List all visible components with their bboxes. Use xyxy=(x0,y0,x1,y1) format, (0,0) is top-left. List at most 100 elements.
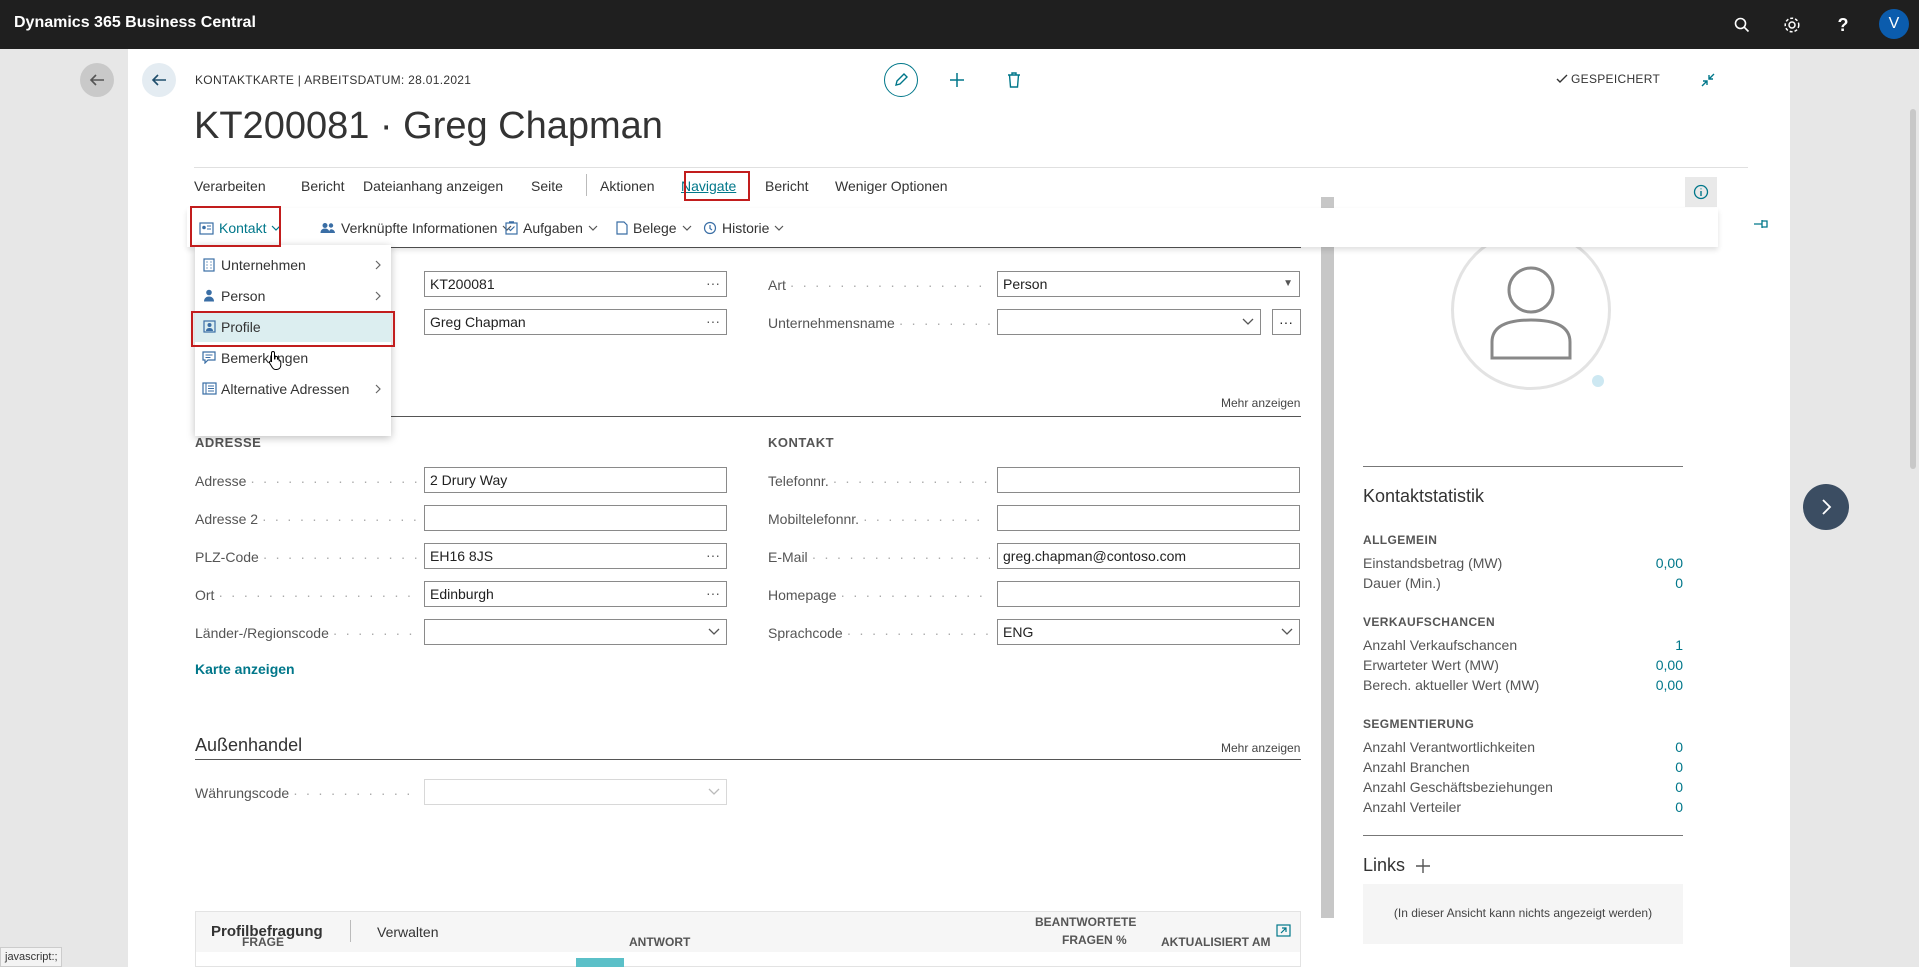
sub-kontakt[interactable]: Kontakt xyxy=(199,220,281,236)
sub-verknuepfte-informationen[interactable]: Verknüpfte Informationen xyxy=(320,220,512,236)
art-label: Art · · · · · · · · · · · · · · · · · · … xyxy=(768,277,990,293)
app-title[interactable]: Dynamics 365 Business Central xyxy=(14,14,256,32)
action-navigate[interactable]: Navigate xyxy=(681,178,736,194)
more-foreign-trade-link[interactable]: Mehr anzeigen xyxy=(1221,741,1300,755)
lookup-icon[interactable]: ··· xyxy=(706,275,720,291)
action-aktionen[interactable]: Aktionen xyxy=(600,178,654,194)
action-verarbeiten[interactable]: Verarbeiten xyxy=(194,178,266,194)
saved-status: GESPEICHERT xyxy=(1556,72,1660,86)
input-value: greg.chapman@contoso.com xyxy=(1003,548,1187,564)
links-title[interactable]: Links xyxy=(1363,855,1405,876)
next-record-icon[interactable] xyxy=(1803,484,1849,530)
browser-status-bar: javascript:; xyxy=(0,947,62,967)
stat-value[interactable]: 0 xyxy=(1675,759,1683,775)
action-bericht[interactable]: Bericht xyxy=(301,178,345,194)
label-text: Sprachcode xyxy=(768,625,843,641)
art-select[interactable]: Person ▼ xyxy=(997,271,1300,297)
scroll-thumb[interactable] xyxy=(1910,109,1916,469)
search-icon[interactable] xyxy=(1729,12,1755,38)
add-icon[interactable] xyxy=(942,65,972,95)
phone-input[interactable] xyxy=(997,467,1300,493)
company-input[interactable] xyxy=(997,309,1261,335)
sub-belege[interactable]: Belege xyxy=(616,220,692,236)
address2-label: Adresse 2 · · · · · · · · · · · · · · · … xyxy=(195,511,417,527)
stat-row: Erwarteter Wert (MW) 0,00 xyxy=(1363,657,1683,673)
stat-value[interactable]: 0 xyxy=(1675,739,1683,755)
outer-back-icon[interactable] xyxy=(80,63,114,97)
company-lookup-button[interactable]: ··· xyxy=(1272,309,1301,335)
factbox-section: ALLGEMEIN xyxy=(1363,533,1438,547)
mobile-label: Mobiltelefonnr. · · · · · · · · · · · · xyxy=(768,511,990,527)
address-input[interactable]: 2 Drury Way xyxy=(424,467,727,493)
stat-value[interactable]: 0 xyxy=(1675,799,1683,815)
homepage-input[interactable] xyxy=(997,581,1300,607)
app-bar: Dynamics 365 Business Central ? V xyxy=(0,0,1919,49)
collapse-icon[interactable] xyxy=(1695,67,1721,93)
chevron-right-icon xyxy=(375,291,381,301)
action-seite[interactable]: Seite xyxy=(531,178,563,194)
stat-value[interactable]: 0,00 xyxy=(1656,677,1683,693)
lookup-icon[interactable]: ··· xyxy=(706,547,720,563)
caret-down-icon: ▼ xyxy=(1283,278,1293,289)
label-text: Adresse 2 xyxy=(195,511,259,527)
stat-value[interactable]: 0 xyxy=(1675,779,1683,795)
stat-value[interactable]: 0,00 xyxy=(1656,657,1683,673)
col-fragen-prozent[interactable]: FRAGEN % xyxy=(1062,933,1127,947)
action-dateianhang[interactable]: Dateianhang anzeigen xyxy=(363,178,503,194)
menu-item-alternative-adressen[interactable]: Alternative Adressen xyxy=(195,373,391,404)
delete-icon[interactable] xyxy=(999,65,1029,95)
stat-value[interactable]: 0,00 xyxy=(1656,555,1683,571)
country-select[interactable] xyxy=(424,619,727,645)
contact-picture[interactable] xyxy=(1451,230,1611,390)
contact-name-field[interactable]: Greg Chapman ··· xyxy=(424,309,727,335)
help-icon[interactable]: ? xyxy=(1830,12,1856,38)
page-scrollbar[interactable] xyxy=(1907,49,1919,967)
stat-label: Anzahl Verkaufschancen xyxy=(1363,637,1518,653)
stat-value[interactable]: 1 xyxy=(1675,637,1683,653)
user-avatar[interactable]: V xyxy=(1879,9,1909,39)
info-icon[interactable] xyxy=(1685,177,1717,207)
factbox-title[interactable]: Kontaktstatistik xyxy=(1363,486,1484,507)
links-header: Links xyxy=(1363,855,1431,876)
stat-value[interactable]: 0 xyxy=(1675,575,1683,591)
currency-select[interactable] xyxy=(424,779,727,805)
contact-header: KONTAKT xyxy=(768,435,835,450)
col-aktualisiert[interactable]: AKTUALISIERT AM xyxy=(1161,935,1271,949)
add-link-icon[interactable] xyxy=(1415,858,1431,874)
factbox-divider xyxy=(1363,835,1683,836)
mobile-input[interactable] xyxy=(997,505,1300,531)
input-value: EH16 8JS xyxy=(430,548,494,564)
edit-icon[interactable] xyxy=(884,63,918,97)
art-label-text: Art xyxy=(768,277,786,293)
action-bericht-2[interactable]: Bericht xyxy=(765,178,809,194)
lookup-icon[interactable]: ··· xyxy=(706,313,720,329)
more-general-link[interactable]: Mehr anzeigen xyxy=(1221,396,1300,410)
col-beantwortete[interactable]: BEANTWORTETE xyxy=(1035,915,1136,929)
chevron-right-icon xyxy=(375,384,381,394)
chevron-down-icon xyxy=(588,225,598,231)
sub-aufgaben[interactable]: Aufgaben xyxy=(505,220,598,236)
menu-item-unternehmen[interactable]: Unternehmen xyxy=(195,249,391,280)
language-select[interactable]: ENG xyxy=(997,619,1300,645)
action-weniger-optionen[interactable]: Weniger Optionen xyxy=(835,178,948,194)
menu-item-bemerkungen[interactable]: Bemerkungen xyxy=(195,342,391,373)
email-input[interactable]: greg.chapman@contoso.com xyxy=(997,543,1300,569)
col-frage[interactable]: FRAGE xyxy=(242,935,284,949)
col-antwort[interactable]: ANTWORT xyxy=(629,935,690,949)
sub-historie[interactable]: Historie xyxy=(703,220,784,236)
input-value: 2 Drury Way xyxy=(430,472,508,488)
show-map-link[interactable]: Karte anzeigen xyxy=(195,661,295,677)
postcode-input[interactable]: EH16 8JS ··· xyxy=(424,543,727,569)
city-input[interactable]: Edinburgh ··· xyxy=(424,581,727,607)
contact-no-field[interactable]: KT200081 ··· xyxy=(424,271,727,297)
building-icon xyxy=(197,257,221,272)
back-icon[interactable] xyxy=(142,63,176,97)
pin-icon[interactable] xyxy=(1753,218,1769,230)
menu-item-profile[interactable]: Profile xyxy=(195,311,391,342)
address-label: Adresse · · · · · · · · · · · · · · · · … xyxy=(195,473,417,489)
menu-item-person[interactable]: Person xyxy=(195,280,391,311)
address2-input[interactable] xyxy=(424,505,727,531)
foreign-trade-title[interactable]: Außenhandel xyxy=(195,735,302,756)
lookup-icon[interactable]: ··· xyxy=(706,585,720,601)
gear-icon[interactable] xyxy=(1779,12,1805,38)
